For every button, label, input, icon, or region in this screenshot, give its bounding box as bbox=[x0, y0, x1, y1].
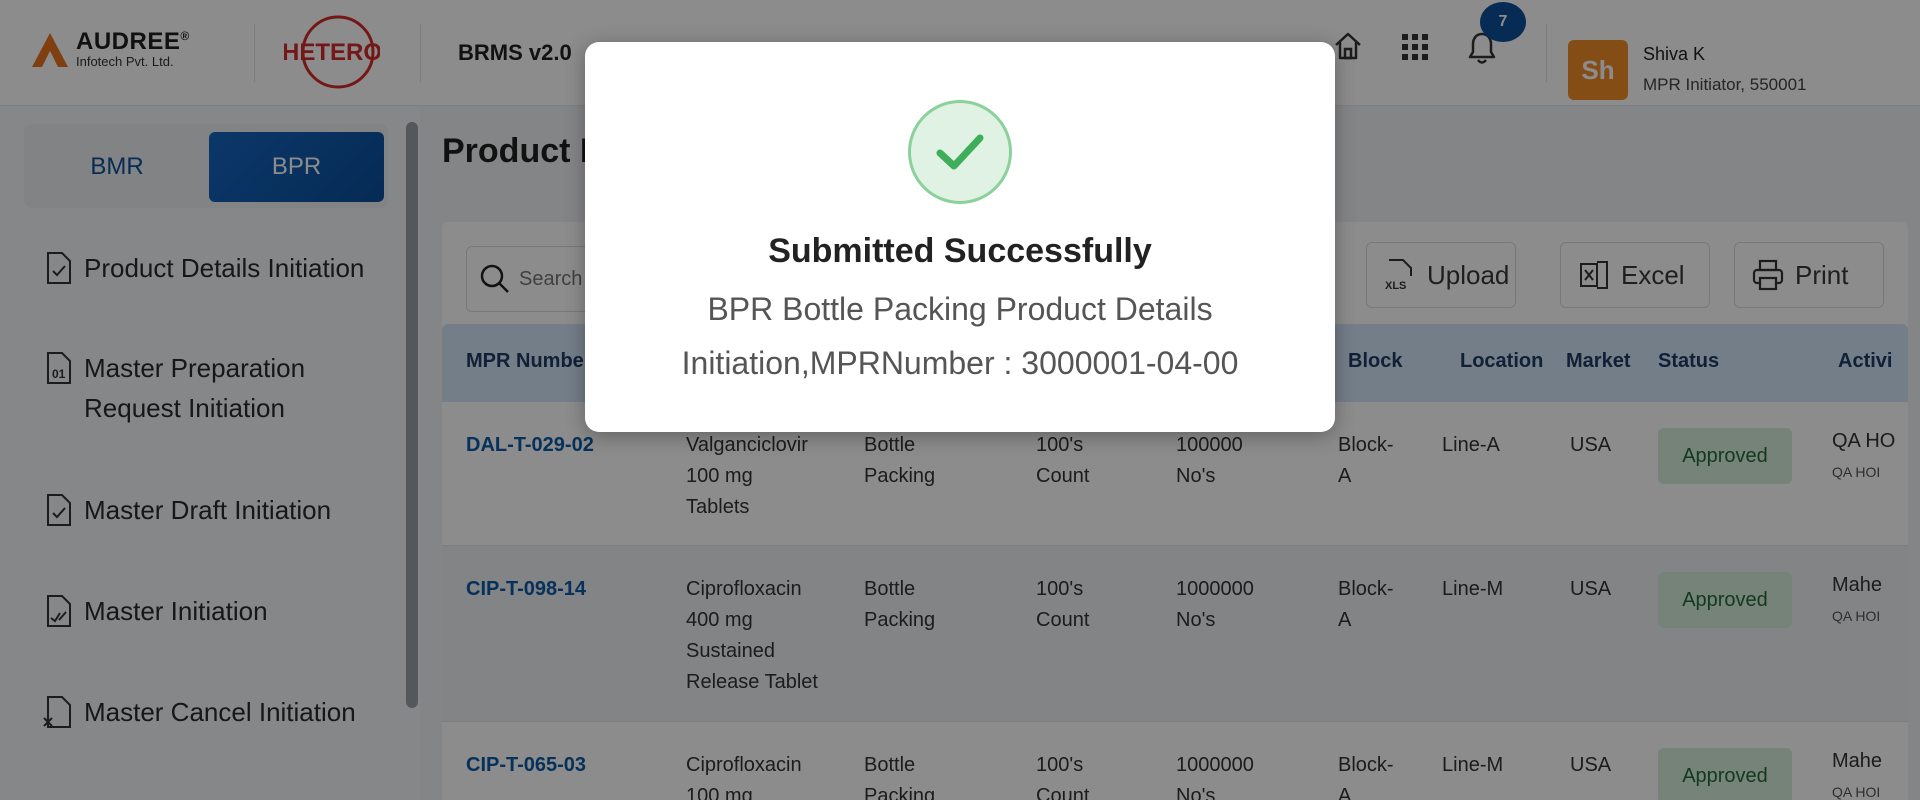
dialog-title: Submitted Successfully bbox=[768, 232, 1152, 270]
dialog-message-line: BPR Bottle Packing Product Details bbox=[707, 291, 1213, 327]
checkmark-icon bbox=[936, 134, 984, 170]
dialog-message-line: Initiation,MPRNumber : 3000001-04-00 bbox=[681, 345, 1239, 381]
success-badge bbox=[908, 100, 1012, 204]
success-dialog: Submitted Successfully BPR Bottle Packin… bbox=[585, 42, 1335, 432]
dialog-message: BPR Bottle Packing Product Details Initi… bbox=[625, 282, 1295, 390]
modal-backdrop[interactable]: Submitted Successfully BPR Bottle Packin… bbox=[0, 0, 1920, 800]
